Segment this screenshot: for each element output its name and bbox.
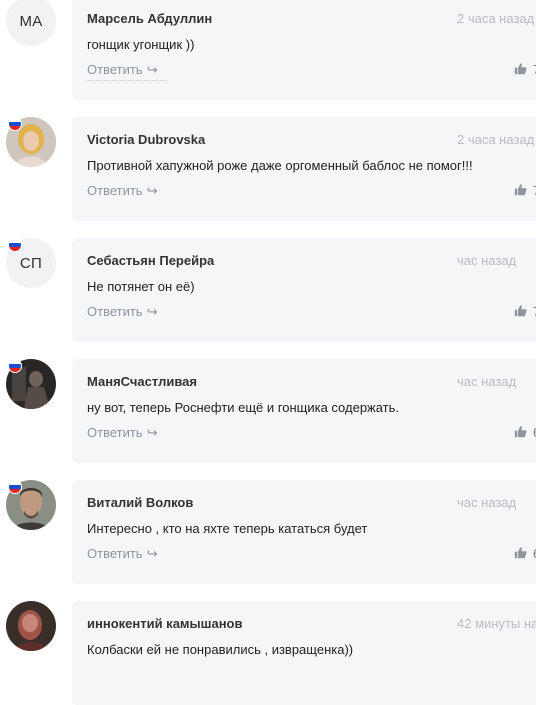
russia-flag-icon (8, 238, 22, 252)
comment-bubble: МаняСчастливая час назад ну вот, теперь … (72, 359, 536, 463)
comment-author[interactable]: Виталий Волков (87, 495, 193, 510)
reply-arrow-icon: ↪ (146, 304, 158, 319)
comment-author[interactable]: Себастьян Перейра (87, 253, 214, 268)
comment-item: Victoria Dubrovska 2 часа назад Противно… (0, 117, 536, 221)
comment-time: 2 часа назад (457, 11, 535, 26)
comment-author[interactable]: Victoria Dubrovska (87, 132, 205, 147)
comment-bubble: иннокентий камышанов 42 минуты назад Кол… (72, 601, 536, 705)
comment-time: час назад (457, 253, 517, 268)
comment-bubble: Марсель Абдуллин 2 часа назад гонщик уго… (72, 0, 536, 100)
reply-underline (87, 80, 167, 81)
avatar[interactable] (6, 359, 56, 409)
like-button[interactable]: 7 (514, 62, 536, 77)
thumbs-up-icon (514, 547, 527, 559)
comment-text: Противной хапужной роже даже оргоменный … (87, 158, 473, 173)
comment-time: час назад (457, 495, 517, 510)
avatar[interactable]: СП (6, 238, 56, 288)
comment-author[interactable]: иннокентий камышанов (87, 616, 243, 631)
reply-button[interactable]: Ответить ↪ (87, 304, 157, 322)
comment-bubble: Виталий Волков час назад Интересно , кто… (72, 480, 536, 584)
reply-button[interactable]: Ответить ↪ (87, 425, 157, 443)
comment-bubble: Victoria Dubrovska 2 часа назад Противно… (72, 117, 536, 221)
comment-author[interactable]: МаняСчастливая (87, 374, 197, 389)
avatar-initials: МА (6, 0, 56, 46)
thumbs-up-icon (514, 426, 527, 438)
reply-label: Ответить (87, 183, 143, 198)
thumbs-up-icon (514, 184, 527, 196)
reply-button[interactable]: Ответить ↪ (87, 183, 157, 201)
comment-text: гонщик угонщик )) (87, 37, 195, 52)
comment-item: МаняСчастливая час назад ну вот, теперь … (0, 359, 536, 463)
comment-time: 2 часа назад (457, 132, 535, 147)
reply-label: Ответить (87, 62, 143, 77)
avatar[interactable] (6, 601, 56, 651)
avatar-photo (6, 601, 56, 651)
comment-item: СП Себастьян Перейра час назад Не потяне… (0, 238, 536, 342)
thumbs-up-icon (514, 63, 527, 75)
comment-time: 42 минуты назад (457, 616, 536, 631)
thumbs-up-icon (514, 305, 527, 317)
comment-text: Интересно , кто на яхте теперь кататься … (87, 521, 368, 536)
comment-item: иннокентий камышанов 42 минуты назад Кол… (0, 601, 536, 705)
comment-item: МА Марсель Абдуллин 2 часа назад гонщик … (0, 0, 536, 100)
russia-flag-icon (8, 359, 22, 373)
comment-text: Не потянет он её) (87, 279, 195, 294)
russia-flag-icon (8, 480, 22, 494)
comment-item: Виталий Волков час назад Интересно , кто… (0, 480, 536, 584)
reply-label: Ответить (87, 425, 143, 440)
comment-bubble: Себастьян Перейра час назад Не потянет о… (72, 238, 536, 342)
reply-arrow-icon: ↪ (146, 62, 158, 77)
like-button[interactable]: 7 (514, 183, 536, 198)
like-button[interactable]: 7 (514, 304, 536, 319)
avatar[interactable]: МА (6, 0, 56, 46)
avatar[interactable] (6, 480, 56, 530)
comment-text: Колбаски ей не понравились , извращенка)… (87, 642, 354, 657)
reply-arrow-icon: ↪ (146, 425, 158, 440)
reply-button[interactable]: Ответить ↪ (87, 62, 157, 80)
reply-arrow-icon: ↪ (146, 183, 158, 198)
comment-time: час назад (457, 374, 517, 389)
comment-author[interactable]: Марсель Абдуллин (87, 11, 212, 26)
reply-label: Ответить (87, 304, 143, 319)
like-button[interactable]: 6 (514, 546, 536, 561)
russia-flag-icon (8, 117, 22, 131)
comment-text: ну вот, теперь Роснефти ещё и гонщика со… (87, 400, 400, 415)
reply-label: Ответить (87, 546, 143, 561)
like-button[interactable]: 6 (514, 425, 536, 440)
avatar[interactable] (6, 117, 56, 167)
reply-arrow-icon: ↪ (146, 546, 158, 561)
reply-button[interactable]: Ответить ↪ (87, 546, 157, 564)
